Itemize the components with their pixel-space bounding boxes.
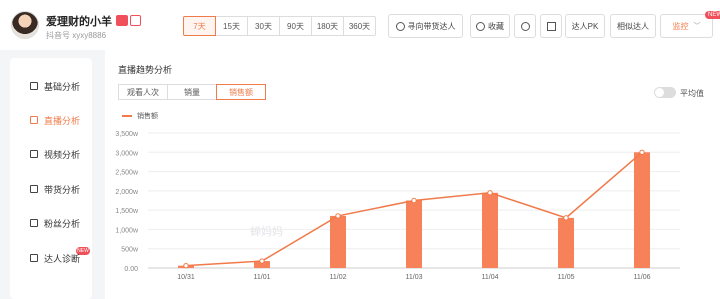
- y-tick-label: 0.00: [124, 266, 138, 273]
- data-point: [411, 197, 417, 204]
- bar: [482, 192, 498, 268]
- sidebar-item-label: 达人诊断: [44, 253, 81, 264]
- data-point: [563, 215, 569, 221]
- y-tick-label: 2,500w: [115, 170, 139, 177]
- add-circle-icon: [395, 21, 405, 31]
- profile-name-text: 爱理财的小羊: [46, 16, 112, 28]
- x-tick-label: 11/04: [482, 274, 499, 281]
- data-point: [335, 213, 341, 219]
- find-promoter-label: 寻向带货达人: [407, 21, 456, 31]
- y-tick-label: 500w: [121, 247, 139, 254]
- find-promoter-button[interactable]: 寻向带货达人: [388, 14, 463, 38]
- level-badge-icon: [130, 15, 141, 26]
- pk-label: 达人PK: [571, 21, 599, 31]
- similar-label: 相似达人: [617, 21, 649, 31]
- x-tick-label: 11/05: [558, 274, 575, 281]
- verified-badge-icon: [116, 15, 128, 26]
- star-icon: [476, 21, 485, 31]
- data-point: [183, 262, 189, 269]
- watermark-text: 蝉妈妈: [250, 224, 283, 238]
- sidebar-item-label: 视频分析: [44, 149, 81, 160]
- x-tick-label: 11/01: [254, 274, 271, 281]
- live-icon: [30, 116, 38, 124]
- x-tick-label: 11/06: [634, 274, 651, 281]
- y-tick-label: 3,500w: [115, 131, 139, 138]
- date-range-option[interactable]: 360天: [343, 16, 376, 36]
- date-range-option[interactable]: 180天: [311, 16, 344, 36]
- sidebar-item[interactable]: 带货分析: [30, 182, 80, 196]
- date-range-option[interactable]: 30天: [247, 16, 280, 36]
- y-tick-label: 1,500w: [115, 208, 139, 215]
- chart-icon: [30, 82, 38, 90]
- sidebar-item-label: 基础分析: [44, 81, 81, 92]
- sidebar-item-label: 粉丝分析: [44, 218, 81, 229]
- bar: [406, 200, 422, 268]
- sidebar-item[interactable]: 粉丝分析: [30, 216, 80, 230]
- metric-tab[interactable]: 销售额: [216, 84, 266, 100]
- diagnose-icon: [30, 254, 38, 262]
- fans-icon: [30, 219, 38, 227]
- sidebar-item[interactable]: 直播分析: [30, 113, 80, 127]
- x-tick-label: 11/02: [330, 274, 347, 281]
- bar: [330, 215, 346, 268]
- refresh-button[interactable]: [514, 14, 536, 38]
- y-tick-label: 1,000w: [115, 227, 139, 234]
- data-point: [639, 149, 645, 155]
- date-range-selector: 7天 15天 30天 90天 180天 360天: [183, 16, 376, 36]
- bar: [634, 152, 650, 268]
- profile-name: 爱理财的小羊: [46, 13, 141, 29]
- new-tag: NEW: [705, 11, 720, 19]
- similar-button[interactable]: 相似达人: [610, 14, 656, 38]
- pk-button[interactable]: 达人PK: [565, 14, 605, 38]
- play-icon: [30, 150, 38, 158]
- x-tick-label: 10/31: [177, 274, 195, 281]
- favorite-button[interactable]: 收藏: [470, 14, 510, 38]
- trend-panel: 直播趋势分析 观看人次 销量 销售额 平均值 销售额 蝉妈妈 0.00 500w 1,00…: [105, 50, 720, 299]
- qrcode-icon: [546, 21, 556, 31]
- profile-header: 爱理财的小羊 抖音号 xyxy8886 7天 15天 30天 90天 180天 360天 …: [0, 0, 720, 50]
- sidebar-item-label: 带货分析: [44, 184, 81, 195]
- sidebar: NEW 基础分析 直播分析 视频分析 带货分析 粉丝分析 达人诊断: [10, 58, 92, 299]
- data-point: [487, 190, 493, 196]
- date-range-option[interactable]: 90天: [279, 16, 312, 36]
- account-id: 抖音号 xyxy8886: [46, 31, 107, 40]
- sidebar-item[interactable]: 达人诊断: [30, 251, 80, 265]
- y-tick-label: 2,000w: [115, 189, 139, 196]
- sidebar-item[interactable]: 基础分析: [30, 79, 80, 93]
- chevron-down-icon: ﹀: [693, 23, 701, 30]
- bar: [558, 217, 574, 268]
- avatar[interactable]: [11, 11, 39, 39]
- sales-chart: 蝉妈妈 0.00 500w 1,000w 1,500w 2,000w 2,500w 3,000…: [115, 131, 680, 281]
- bag-icon: [30, 185, 38, 193]
- refresh-icon: [520, 21, 530, 31]
- sidebar-item-label: 直播分析: [44, 115, 81, 126]
- x-tick-label: 11/03: [406, 274, 423, 281]
- date-range-option[interactable]: 7天: [183, 16, 216, 36]
- monitor-label: 监控: [672, 21, 689, 31]
- sidebar-item[interactable]: 视频分析: [30, 147, 80, 161]
- data-point: [259, 258, 265, 264]
- y-tick-label: 3,000w: [115, 150, 139, 157]
- qrcode-button[interactable]: [540, 14, 562, 38]
- favorite-label: 收藏: [488, 21, 504, 31]
- date-range-option[interactable]: 15天: [215, 16, 248, 36]
